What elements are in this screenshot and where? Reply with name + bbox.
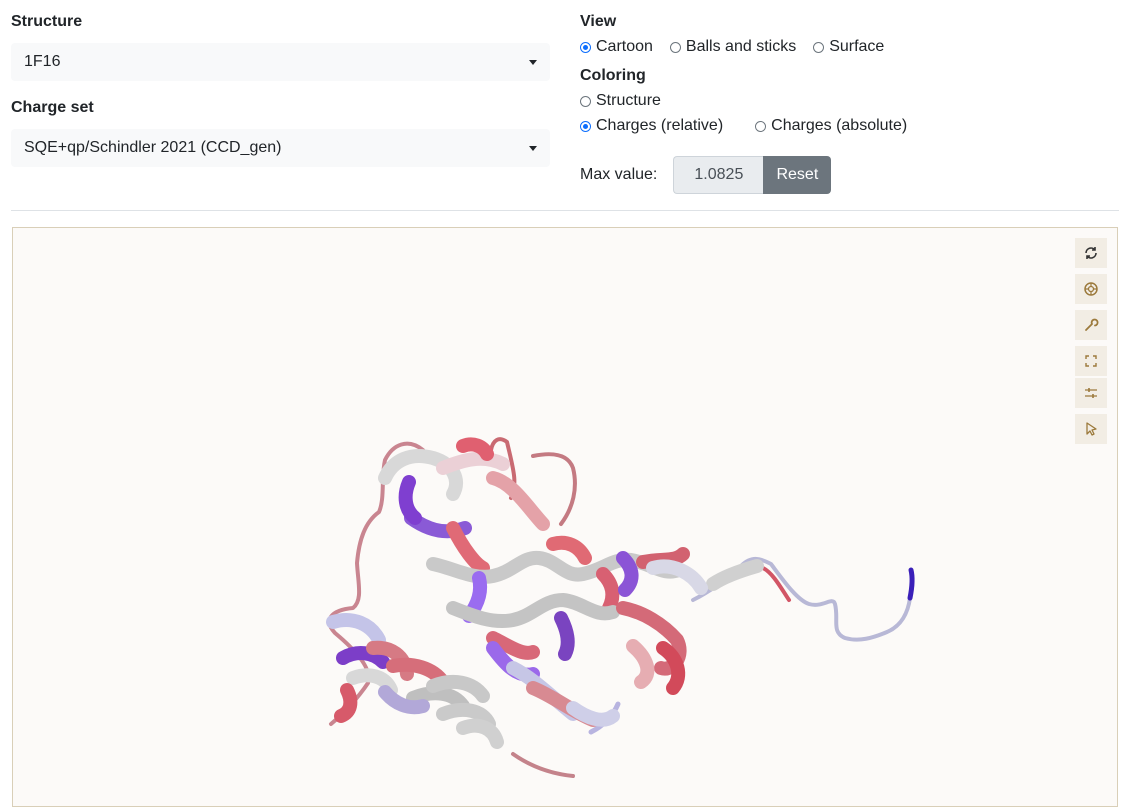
charge-set-select-value: SQE+qp/Schindler 2021 (CCD_gen) <box>24 139 282 156</box>
max-value-row: Max value: Reset <box>580 156 832 194</box>
helix-segment <box>486 471 550 531</box>
chevron-down-icon <box>529 60 537 65</box>
coloring-option-charges-absolute[interactable]: Charges (absolute) <box>755 116 907 136</box>
helix-segment <box>436 451 510 475</box>
max-value-input[interactable] <box>673 156 764 194</box>
coloring-option-structure[interactable]: Structure <box>580 91 661 111</box>
expand-icon[interactable] <box>1075 346 1107 376</box>
radio-button[interactable] <box>813 41 825 53</box>
helix-segment <box>626 639 655 689</box>
radio-button[interactable] <box>580 120 591 132</box>
max-value-label: Max value: <box>580 166 658 183</box>
radio-label: Structure <box>596 92 661 109</box>
view-options: Cartoon Balls and sticks Surface <box>580 37 884 57</box>
helix-segment <box>566 701 620 727</box>
structure-select-value: 1F16 <box>24 53 61 70</box>
reset-button[interactable]: Reset <box>763 156 832 194</box>
viewer-toolbar <box>1075 238 1107 446</box>
radio-label: Charges (relative) <box>596 117 724 134</box>
coloring-options-charges: Charges (relative) Charges (absolute) <box>580 116 907 136</box>
molecule-viewer[interactable] <box>12 227 1118 807</box>
divider <box>11 210 1119 211</box>
structure-select[interactable]: 1F16 <box>11 43 550 81</box>
reset-view-icon[interactable] <box>1075 238 1107 268</box>
coloring-label: Coloring <box>580 67 646 84</box>
selection-mode-icon[interactable] <box>1075 414 1107 444</box>
coloring-option-charges-relative[interactable]: Charges (relative) <box>580 116 723 136</box>
radio-button[interactable] <box>755 120 767 132</box>
helix-segment <box>554 611 575 661</box>
radio-button[interactable] <box>580 41 591 53</box>
helix-segment <box>706 559 764 591</box>
radio-label: Surface <box>829 38 885 55</box>
coil-segment <box>907 567 915 601</box>
structure-label: Structure <box>11 13 83 30</box>
chevron-down-icon <box>529 146 537 151</box>
view-label: View <box>580 13 617 30</box>
helix-segment <box>546 535 592 565</box>
view-option-cartoon[interactable]: Cartoon <box>580 37 653 57</box>
radio-label: Cartoon <box>596 38 653 55</box>
radio-label: Balls and sticks <box>685 38 797 55</box>
protein-cartoon[interactable] <box>13 228 1117 806</box>
radio-label: Charges (absolute) <box>771 117 908 134</box>
helix-group <box>326 437 764 749</box>
view-option-balls-and-sticks[interactable]: Balls and sticks <box>669 37 797 57</box>
helix-segment <box>398 475 422 525</box>
coloring-option-structure-row: Structure <box>580 91 661 111</box>
settings-sliders-icon[interactable] <box>1075 378 1107 408</box>
radio-button[interactable] <box>580 95 591 107</box>
screenshot-icon[interactable] <box>1075 274 1107 304</box>
view-option-surface[interactable]: Surface <box>813 37 884 57</box>
charge-set-select[interactable]: SQE+qp/Schindler 2021 (CCD_gen) <box>11 129 550 167</box>
coil-segment <box>511 752 575 778</box>
helix-segment <box>334 683 358 723</box>
helix-segment <box>456 718 504 749</box>
helix-segment <box>596 567 620 615</box>
helix-segment <box>616 551 639 597</box>
radio-button[interactable] <box>669 41 681 53</box>
charge-set-label: Charge set <box>11 99 94 116</box>
wrench-icon[interactable] <box>1075 310 1107 340</box>
